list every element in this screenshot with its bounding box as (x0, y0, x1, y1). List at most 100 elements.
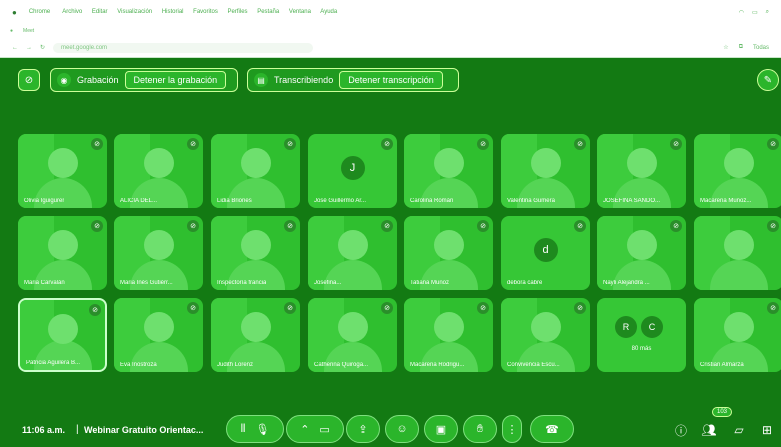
muted-mic-icon: ⊘ (574, 220, 586, 232)
participant-tile[interactable]: ⊘ Josefina... (308, 216, 397, 290)
participant-tile[interactable]: ⊘ Tatiana Muñoz (404, 216, 493, 290)
stop-transcription-button[interactable]: Detener transcripción (339, 71, 443, 89)
participant-avatar: J (340, 156, 365, 180)
os-status-icons: ◠ ▭ ⌕ (739, 9, 769, 16)
wifi-icon[interactable]: ◠ (739, 9, 744, 16)
muted-mic-icon: ⊘ (670, 138, 682, 150)
participant-tile[interactable]: ⊘ Inspectoría francia (211, 216, 300, 290)
forward-icon[interactable]: → (26, 45, 32, 51)
participant-tile[interactable]: ⊘ JOSEFINA SANDO... (597, 134, 686, 208)
person-head (626, 148, 657, 178)
muted-mic-icon: ⊘ (381, 138, 393, 150)
person-head (240, 312, 271, 342)
menu-item[interactable]: Historial (162, 9, 184, 15)
activities-icon[interactable]: ⊞ (758, 421, 776, 439)
participant-tile[interactable]: ⊘ Nayli Alejandra ... (597, 216, 686, 290)
mic-control[interactable]: ⦀ 🎙︎ (226, 415, 284, 443)
participant-tile[interactable]: R C 80 más (597, 298, 686, 372)
participant-tile[interactable]: J ⊘ José Guillermo Ar... (308, 134, 397, 208)
apple-icon[interactable]: ● (12, 8, 17, 17)
participant-name: Convivencia Escu... (507, 362, 560, 368)
bookmarks-label[interactable]: Todas (753, 45, 769, 51)
participant-tile[interactable]: ⊘ ALICIA DEL... (114, 134, 203, 208)
participant-name: Tatiana Muñoz (410, 280, 450, 286)
muted-mic-icon: ⊘ (89, 304, 101, 316)
back-icon[interactable]: ← (12, 45, 18, 51)
menu-item[interactable]: Archivo (62, 9, 82, 15)
muted-mic-icon: ⊘ (187, 220, 199, 232)
muted-mic-icon: ⊘ (284, 302, 296, 314)
participant-name: Valentina Gumera (507, 198, 555, 204)
person-head (626, 230, 657, 260)
extensions-icon[interactable]: ⧉ (739, 44, 743, 51)
captions-button[interactable]: ▣ (424, 415, 458, 443)
camera-off-icon[interactable]: ⊘ (18, 69, 40, 91)
participant-tile[interactable]: ⊘ Cristian Almarza (694, 298, 781, 372)
search-icon[interactable]: ⌕ (766, 9, 769, 16)
stop-recording-button[interactable]: Detener la grabación (124, 71, 227, 89)
participant-tile[interactable]: ⊘ Macarena Muñoz... (694, 134, 781, 208)
muted-mic-icon: ⊘ (91, 138, 103, 150)
participant-name: debora cabre (507, 280, 543, 286)
participant-tile[interactable]: ⊘ Lidia Briones (211, 134, 300, 208)
info-icon[interactable]: ⓘ (672, 421, 690, 439)
separator: | (76, 424, 79, 435)
recording-chip: ◉ Grabación Detener la grabación (50, 68, 238, 92)
participant-tile[interactable]: ⊘ Valentina Gumera (501, 134, 590, 208)
menu-item[interactable]: Ventana (289, 9, 311, 15)
participant-tile[interactable]: ⊘ Convivencia Escu... (501, 298, 590, 372)
leave-call-button[interactable]: ☎ (530, 415, 574, 443)
person-head (433, 148, 464, 178)
emoji-button[interactable]: ☺ (385, 415, 419, 443)
edit-icon[interactable]: ✎ (757, 69, 779, 91)
camera-control[interactable]: ⌃ ▭ (286, 415, 344, 443)
chevron-up-icon[interactable]: ⌃ (300, 423, 309, 436)
participant-tile[interactable]: ⊘ (694, 216, 781, 290)
muted-mic-icon: ⊘ (574, 302, 586, 314)
muted-mic-icon: ⊘ (767, 138, 779, 150)
participant-name: Macarena Rodrigu... (410, 362, 465, 368)
menu-item[interactable]: Pestaña (257, 9, 279, 15)
more-options-button[interactable]: ⋮ (502, 415, 522, 443)
browser-tab[interactable]: Meet (23, 28, 34, 34)
person-head (723, 148, 754, 178)
present-button[interactable]: ⇪ (346, 415, 380, 443)
participant-tile[interactable]: ⊘ Olivia Iguigurer (18, 134, 107, 208)
muted-mic-icon: ⊘ (670, 220, 682, 232)
participant-tile[interactable]: ⊘ Catherina Quiroga... (308, 298, 397, 372)
meet-area: ⊘ ◉ Grabación Detener la grabación ▤ Tra… (0, 58, 781, 447)
person-head (337, 230, 368, 260)
participant-tile[interactable]: ⊘ Macarena Rodrigu... (404, 298, 493, 372)
chat-icon[interactable]: ▱ (730, 421, 748, 439)
menu-item[interactable]: Ayuda (320, 9, 337, 15)
battery-icon[interactable]: ▭ (752, 9, 758, 16)
participant-tile[interactable]: d ⊘ debora cabre (501, 216, 590, 290)
menu-item[interactable]: Favoritos (193, 9, 218, 15)
participant-tile[interactable]: ⊘ Judith Lorenz (211, 298, 300, 372)
menu-item[interactable]: Visualización (117, 9, 152, 15)
participant-tile[interactable]: ⊘ Patricia Aguilera B... (18, 298, 107, 372)
participant-tile[interactable]: ⊘ Maria Inés Gutiérr... (114, 216, 203, 290)
muted-mic-icon: ⊘ (477, 220, 489, 232)
people-icon[interactable]: 👥︎ (700, 421, 718, 439)
participant-tile[interactable]: ⊘ Eva Inostroza (114, 298, 203, 372)
mic-icon[interactable]: 🎙︎ (255, 423, 269, 436)
star-icon[interactable]: ☆ (723, 44, 728, 51)
person-head (240, 148, 271, 178)
video-icon[interactable]: ▭ (319, 423, 329, 436)
participant-name: Carolina Román (410, 198, 454, 204)
os-menu-bar: ● Chrome Archivo Editar Visualización Hi… (0, 0, 781, 24)
reload-icon[interactable]: ↻ (40, 44, 45, 51)
app-name[interactable]: Chrome (29, 9, 50, 15)
participant-name: Josefina... (314, 280, 342, 286)
participant-tile[interactable]: ⊘ Maria Carvalán (18, 216, 107, 290)
menu-item[interactable]: Perfiles (228, 9, 248, 15)
participant-tile[interactable]: ⊘ Carolina Román (404, 134, 493, 208)
url-input[interactable]: meet.google.com (53, 42, 314, 53)
person-head (337, 312, 368, 342)
menu-item[interactable]: Editar (92, 9, 108, 15)
more-participants-count: 80 más (631, 346, 652, 352)
raise-hand-button[interactable]: ✋︎ (463, 415, 497, 443)
audio-levels-icon: ⦀ (240, 422, 246, 435)
person-head (723, 230, 754, 260)
